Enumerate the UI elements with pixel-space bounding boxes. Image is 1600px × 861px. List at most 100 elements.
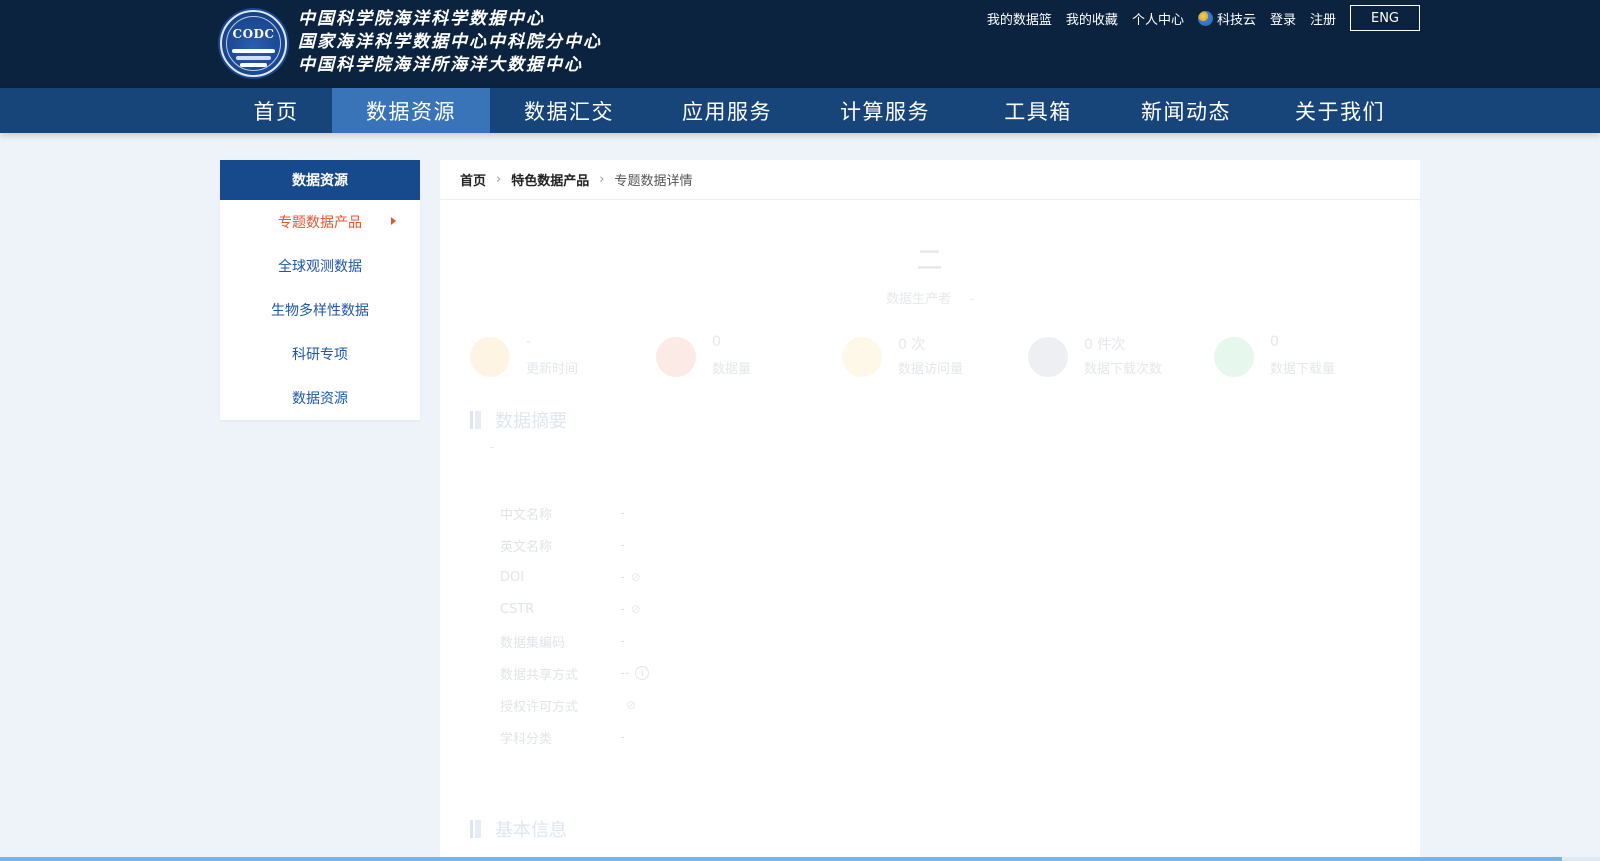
- stat-download-volume: 0 数据下载量: [1214, 332, 1394, 382]
- nav-app-services[interactable]: 应用服务: [648, 88, 806, 133]
- nav-about-us[interactable]: 关于我们: [1260, 88, 1420, 133]
- info-value: -- i: [620, 665, 650, 681]
- nav-data-submission[interactable]: 数据汇交: [490, 88, 648, 133]
- info-row-cn-name: 中文名称 -: [500, 497, 649, 529]
- info-row-en-name: 英文名称 -: [500, 529, 649, 561]
- info-icon[interactable]: i: [635, 666, 650, 680]
- stat-data-volume: 0 数据量: [656, 332, 836, 382]
- download-icon: [1028, 337, 1068, 377]
- top-links: 我的数据篮 我的收藏 个人中心 科技云 登录 注册 ENG: [973, 5, 1420, 31]
- dataset-producer: 数据生产者 -: [440, 288, 1420, 307]
- sidebar-item-data-resources[interactable]: 数据资源: [220, 376, 420, 420]
- nav-data-resources[interactable]: 数据资源: [332, 88, 490, 133]
- progress-fill: [0, 857, 1562, 861]
- codc-logo[interactable]: CODC: [220, 10, 287, 77]
- main-nav: 首页 数据资源 数据汇交 应用服务 计算服务 工具箱 新闻动态 关于我们: [0, 88, 1600, 133]
- sharing-value: --: [620, 665, 630, 681]
- info-key: 数据集编码: [500, 635, 566, 651]
- nav-home[interactable]: 首页: [220, 88, 332, 133]
- stat-label: 数据下载量: [1270, 362, 1336, 377]
- stat-label: 数据访问量: [898, 362, 964, 377]
- stat-update-time: - 更新时间: [470, 332, 650, 382]
- clock-icon: [470, 337, 510, 377]
- org-name: 国家海洋科学数据中心中科院分中心: [298, 32, 602, 52]
- info-row-license: 授权许可方式 ⊘: [500, 689, 649, 721]
- breadcrumb-current: 专题数据详情: [614, 174, 693, 189]
- section-basic-title: 基本信息: [495, 820, 567, 841]
- site-header: CODC 中国科学院海洋科学数据中心 国家海洋科学数据中心中科院分中心 中国科学…: [0, 0, 1600, 88]
- logo-wave: [232, 49, 275, 53]
- info-key: DOI: [500, 569, 525, 585]
- link-favorites[interactable]: 我的收藏: [1066, 9, 1118, 28]
- info-table: 中文名称 - 英文名称 - DOI - ⊘ CSTR - ⊘ 数据集编码 - 数…: [500, 497, 650, 753]
- sidebar-item-biodiversity[interactable]: 生物多样性数据: [220, 288, 420, 332]
- document-icon: [842, 337, 882, 377]
- sidebar-item-research-projects[interactable]: 科研专项: [220, 332, 420, 376]
- download-icon: [1214, 337, 1254, 377]
- summary-text: -: [490, 440, 495, 455]
- link-icon[interactable]: ⊘: [631, 602, 641, 616]
- stats-row: - 更新时间 0 数据量 0 次 数据访问量 0 件次 数据下载次数 0 数据下…: [470, 332, 1390, 382]
- link-register[interactable]: 注册: [1310, 9, 1336, 28]
- link-icon[interactable]: ⊘: [626, 698, 636, 712]
- link-data-basket[interactable]: 我的数据篮: [987, 9, 1052, 28]
- doi-value: -: [620, 569, 625, 585]
- link-icon[interactable]: ⊘: [631, 570, 641, 584]
- breadcrumb-home[interactable]: 首页: [460, 170, 486, 189]
- info-value: -: [620, 537, 625, 553]
- cstr-value: -: [620, 601, 625, 617]
- stat-value: -: [526, 334, 532, 350]
- link-cstcloud[interactable]: 科技云: [1197, 9, 1256, 28]
- stat-visits: 0 次 数据访问量: [842, 332, 1022, 382]
- org-names: 中国科学院海洋科学数据中心 国家海洋科学数据中心中科院分中心 中国科学院海洋所海…: [298, 8, 602, 77]
- producer-value: -: [969, 292, 974, 307]
- org-name: 中国科学院海洋所海洋大数据中心: [298, 55, 583, 75]
- section-bar-icon: [470, 411, 481, 429]
- caret-right-icon: [391, 217, 396, 225]
- stat-label: 数据量: [712, 362, 752, 377]
- chevron-right-icon: ›: [496, 172, 502, 187]
- sidebar-item-global-observation[interactable]: 全球观测数据: [220, 244, 420, 288]
- section-summary: 数据摘要: [470, 407, 567, 433]
- info-row-cstr: CSTR - ⊘: [500, 593, 649, 625]
- header-inner: CODC 中国科学院海洋科学数据中心 国家海洋科学数据中心中科院分中心 中国科学…: [220, 0, 1420, 88]
- info-row-dataset-code: 数据集编码 -: [500, 625, 649, 657]
- link-user-center[interactable]: 个人中心: [1132, 9, 1184, 28]
- nav-toolbox[interactable]: 工具箱: [964, 88, 1112, 133]
- stat-download-count: 0 件次 数据下载次数: [1028, 332, 1208, 382]
- breadcrumb-featured-products[interactable]: 特色数据产品: [511, 170, 589, 189]
- nav-computing-services[interactable]: 计算服务: [806, 88, 964, 133]
- info-key: 中文名称: [500, 507, 553, 523]
- dataset-title: 二: [916, 246, 944, 276]
- layers-icon: [656, 337, 696, 377]
- info-key: 学科分类: [500, 731, 553, 747]
- info-row-subject: 学科分类 -: [500, 721, 649, 753]
- info-value: -: [620, 729, 625, 745]
- logo-wave: [236, 56, 271, 60]
- info-value: - ⊘: [620, 570, 641, 585]
- stat-value: 0: [712, 334, 721, 350]
- language-toggle-button[interactable]: ENG: [1350, 5, 1420, 31]
- info-row-sharing: 数据共享方式 -- i: [500, 657, 650, 689]
- breadcrumb: 首页 › 特色数据产品 › 专题数据详情: [440, 160, 1420, 200]
- sidebar: 数据资源 专题数据产品 全球观测数据 生物多样性数据 科研专项 数据资源: [220, 160, 420, 420]
- stat-value: 0 次: [898, 337, 926, 353]
- logo-text: CODC: [232, 27, 275, 41]
- sidebar-item-label: 专题数据产品: [278, 215, 362, 231]
- sidebar-item-topic-products[interactable]: 专题数据产品: [220, 200, 420, 244]
- nav-inner: 首页 数据资源 数据汇交 应用服务 计算服务 工具箱 新闻动态 关于我们: [220, 88, 1420, 133]
- info-key: 数据共享方式: [500, 667, 579, 683]
- info-value: -: [620, 505, 625, 521]
- nav-news[interactable]: 新闻动态: [1112, 88, 1260, 133]
- info-key: 授权许可方式: [500, 699, 579, 715]
- main-content: 首页 › 特色数据产品 › 专题数据详情 二 数据生产者 - - 更新时间 0 …: [440, 160, 1420, 861]
- info-row-doi: DOI - ⊘: [500, 561, 649, 593]
- info-key: CSTR: [500, 601, 535, 617]
- chevron-right-icon: ›: [599, 172, 605, 187]
- producer-label: 数据生产者: [886, 292, 952, 307]
- info-value: ⊘: [620, 698, 636, 712]
- logo-wave: [240, 63, 267, 67]
- info-value: -: [620, 633, 625, 649]
- link-login[interactable]: 登录: [1270, 9, 1296, 28]
- page-load-progress: [0, 857, 1600, 861]
